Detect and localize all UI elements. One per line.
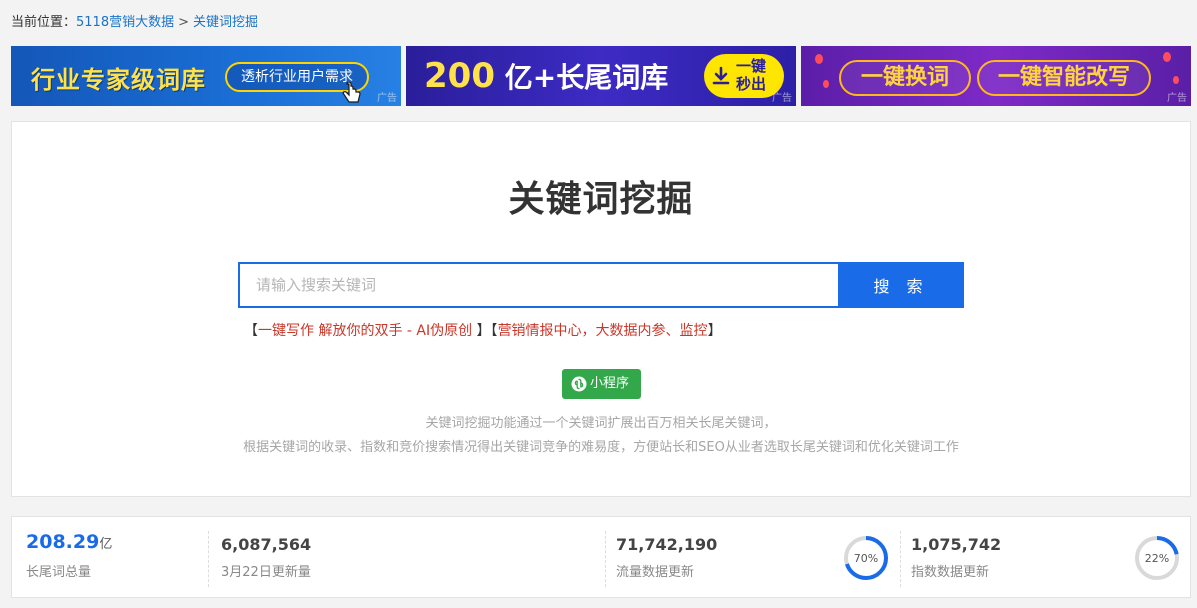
ring-percent-text: 70%: [854, 552, 878, 565]
stat-value: 1,075,742: [911, 535, 1002, 554]
ad-banner-longtail-lexicon[interactable]: 200 亿+长尾词库 一键 秒出 广告: [406, 46, 796, 106]
ad1-tag: 广告: [377, 93, 397, 104]
ad3-pill-smart-rewrite: 一键智能改写: [977, 60, 1151, 96]
stat-daily-update: 6,087,564 3月22日更新量: [221, 517, 601, 597]
promo-link-ai-writing[interactable]: 一键写作 解放你的双手 - AI伪原创: [258, 323, 472, 339]
lantern-icon: [1163, 52, 1171, 62]
mini-program-button[interactable]: 小程序: [562, 369, 641, 399]
stat-divider: [900, 531, 901, 587]
stat-traffic-update: 71,742,190 流量数据更新 70%: [616, 517, 898, 597]
promo-bracket-open: 【: [244, 323, 258, 339]
search-input[interactable]: [238, 262, 838, 308]
promo-bracket-mid: 】【: [472, 323, 498, 339]
breadcrumb: 当前位置：5118营销大数据 > 关键词挖掘: [11, 11, 258, 30]
ad-banner-ai-rewrite[interactable]: 一键换词 一键智能改写 广告: [801, 46, 1191, 106]
mini-program-icon: [571, 376, 587, 392]
promo-link-marketing-intel[interactable]: 营销情报中心，大数据内参、监控: [498, 323, 708, 339]
ad3-tag: 广告: [1167, 93, 1187, 104]
ad2-button-line1: 一键: [736, 57, 767, 75]
ad1-title: 行业专家级词库: [31, 66, 206, 94]
mini-program-label: 小程序: [590, 376, 630, 391]
stat-unit: 亿: [99, 537, 113, 552]
ad2-button-text: 一键 秒出: [736, 57, 766, 93]
breadcrumb-current-link[interactable]: 关键词挖掘: [193, 15, 258, 30]
stat-total-longtail: 208.29亿 长尾词总量: [26, 517, 206, 597]
stat-divider: [605, 531, 606, 587]
promo-bracket-close: 】: [707, 323, 722, 339]
breadcrumb-separator: >: [178, 15, 190, 30]
breadcrumb-home-link[interactable]: 5118营销大数据: [76, 15, 174, 30]
promo-links: 【一键写作 解放你的双手 - AI伪原创 】【营销情报中心，大数据内参、监控】: [244, 320, 722, 340]
stat-divider: [208, 531, 209, 587]
breadcrumb-prefix: 当前位置：: [11, 15, 77, 30]
stats-card: 208.29亿 长尾词总量 6,087,564 3月22日更新量 71,742,…: [11, 516, 1191, 598]
search-button[interactable]: 搜 索: [838, 262, 964, 308]
stat-index-update: 1,075,742 指数数据更新 22%: [911, 517, 1181, 597]
stat-label: 长尾词总量: [26, 565, 92, 580]
progress-ring-index: 22%: [1135, 536, 1179, 580]
lantern-icon: [1173, 76, 1179, 84]
search-box: 搜 索: [238, 262, 964, 308]
search-card: 关键词挖掘 搜 索 【一键写作 解放你的双手 - AI伪原创 】【营销情报中心，…: [11, 121, 1191, 497]
ring-percent-text: 22%: [1145, 552, 1169, 565]
lantern-icon: [815, 54, 823, 64]
lantern-icon: [823, 80, 829, 88]
download-icon: [712, 66, 730, 85]
ad3-pill-swap-words: 一键换词: [839, 60, 971, 96]
stat-number: 208.29: [26, 531, 100, 553]
ad2-button-line2: 秒出: [736, 75, 767, 93]
ad-banner-row: 行业专家级词库 透析行业用户需求 广告 200 亿+长尾词库 一键 秒出 广告 …: [11, 46, 1191, 106]
stat-label: 流量数据更新: [616, 565, 695, 580]
stat-label: 指数数据更新: [911, 565, 990, 580]
stat-value: 6,087,564: [221, 535, 312, 554]
ad2-title-text: 亿+长尾词库: [494, 61, 669, 94]
ad2-big-number: 200: [424, 56, 495, 96]
ad-banner-industry-lexicon[interactable]: 行业专家级词库 透析行业用户需求 广告: [11, 46, 401, 106]
description-line-1: 关键词挖掘功能通过一个关键词扩展出百万相关长尾关键词，: [425, 416, 777, 431]
progress-ring-traffic: 70%: [844, 536, 888, 580]
hand-pointer-icon: [342, 82, 361, 103]
stat-value: 71,742,190: [616, 535, 718, 554]
stat-value: 208.29亿: [26, 531, 112, 553]
page-title: 关键词挖掘: [508, 179, 694, 220]
description-line-2: 根据关键词的收录、指数和竞价搜索情况得出关键词竞争的难易度，方便站长和SEO从业…: [243, 440, 959, 455]
ad2-title: 200 亿+长尾词库: [424, 56, 668, 96]
ad2-tag: 广告: [772, 93, 792, 104]
stat-label: 3月22日更新量: [221, 565, 311, 580]
